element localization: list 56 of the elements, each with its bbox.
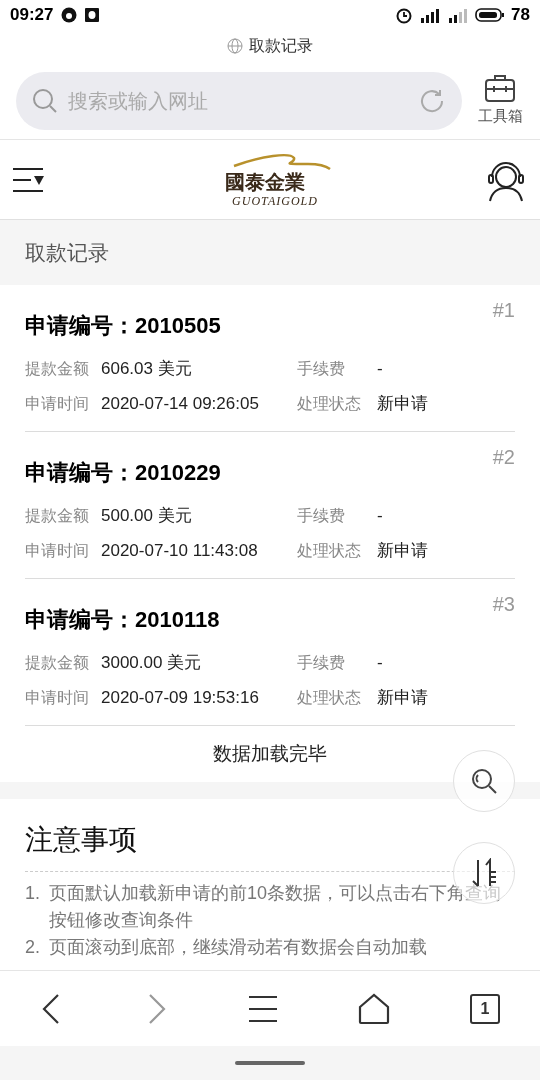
note-number: 1. (25, 882, 41, 905)
field-label: 提款金额 (25, 505, 90, 526)
field-value: 新申请 (377, 539, 428, 562)
status-time: 09:27 (10, 4, 54, 27)
field-label: 申请时间 (25, 393, 90, 414)
toolbox-icon (484, 73, 516, 104)
field-value: 2020-07-09 19:53:16 (101, 686, 259, 709)
battery-level: 78 (511, 4, 530, 27)
field-label: 处理状态 (297, 687, 362, 708)
menu-icon[interactable] (248, 993, 278, 1024)
field-label: 提款金额 (25, 652, 90, 673)
note-text: 页面默认加载新申请的前10条数据，可以点击右下角查询按钮修改查询条件 (49, 882, 503, 932)
field-value: 500.00 美元 (101, 504, 192, 527)
note-text: 页面滚动到底部，继续滑动若有数据会自动加载 (49, 936, 427, 959)
address-input[interactable]: 搜索或输入网址 (68, 85, 408, 116)
request-number: 申请编号：2010118 (25, 606, 220, 634)
field-label: 申请时间 (25, 687, 90, 708)
request-number: 申请编号：2010229 (25, 459, 221, 487)
record-index: #2 (492, 445, 515, 470)
field-label: 手续费 (297, 652, 346, 673)
address-bar[interactable]: 搜索或输入网址 (16, 71, 462, 130)
request-number: 申请编号：2010505 (25, 312, 221, 340)
home-icon[interactable] (358, 992, 390, 1025)
field-label: 手续费 (297, 358, 346, 379)
tabs-button[interactable]: 1 (470, 993, 500, 1024)
notes-title: 注意事项 (25, 824, 137, 855)
signal-icon (447, 6, 470, 24)
section-title: 取款记录 (25, 239, 109, 266)
record-index: #3 (492, 592, 515, 617)
search-icon (470, 767, 498, 795)
field-label: 处理状态 (297, 393, 362, 414)
toolbox-button[interactable]: 工具箱 (474, 73, 526, 128)
battery-icon (475, 7, 506, 23)
globe-icon (227, 38, 243, 54)
record-index: #1 (492, 298, 515, 323)
note-number: 2. (25, 936, 41, 959)
page-title: 取款记录 (249, 36, 313, 56)
field-value: 新申请 (377, 392, 428, 415)
brand-logo: 國泰金業 GUOTAIGOLD (212, 151, 318, 208)
field-value: 606.03 美元 (101, 357, 192, 380)
field-value: 3000.00 美元 (101, 651, 202, 674)
search-icon (32, 87, 58, 114)
field-value: - (377, 504, 383, 527)
field-value: 2020-07-14 09:26:05 (101, 392, 259, 415)
swoosh-icon (232, 151, 333, 170)
field-label: 提款金额 (25, 358, 90, 379)
field-label: 处理状态 (297, 540, 362, 561)
signal-icon (419, 6, 442, 24)
alarm-icon (395, 6, 414, 24)
field-value: 2020-07-10 11:43:08 (101, 539, 258, 562)
field-value: - (377, 651, 383, 674)
field-value: - (377, 357, 383, 380)
field-label: 手续费 (297, 505, 346, 526)
field-label: 申请时间 (25, 540, 90, 561)
load-status: 数据加载完毕 (213, 741, 327, 766)
field-value: 新申请 (377, 686, 428, 709)
